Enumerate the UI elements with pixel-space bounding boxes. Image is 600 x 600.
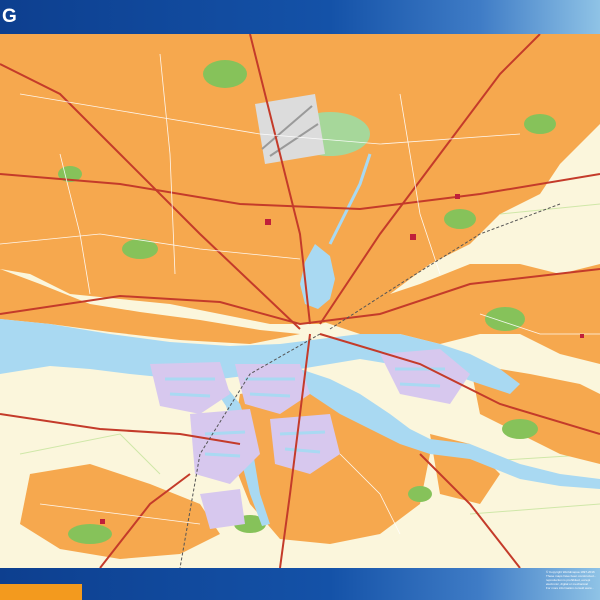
map-poster: G © Copyright Worldmapsa 1997-2016 These… [0, 0, 600, 600]
city-map[interactable] [0, 34, 600, 568]
copyright-notice: © Copyright Worldmapsa 1997-2016 These m… [546, 570, 600, 590]
airport [255, 94, 325, 164]
map-title: G [2, 6, 18, 27]
footer-accent-tab [0, 584, 82, 600]
copyright-line: For more information consult www... [546, 586, 594, 590]
title-banner: G [0, 0, 600, 34]
footer-banner [0, 568, 600, 600]
